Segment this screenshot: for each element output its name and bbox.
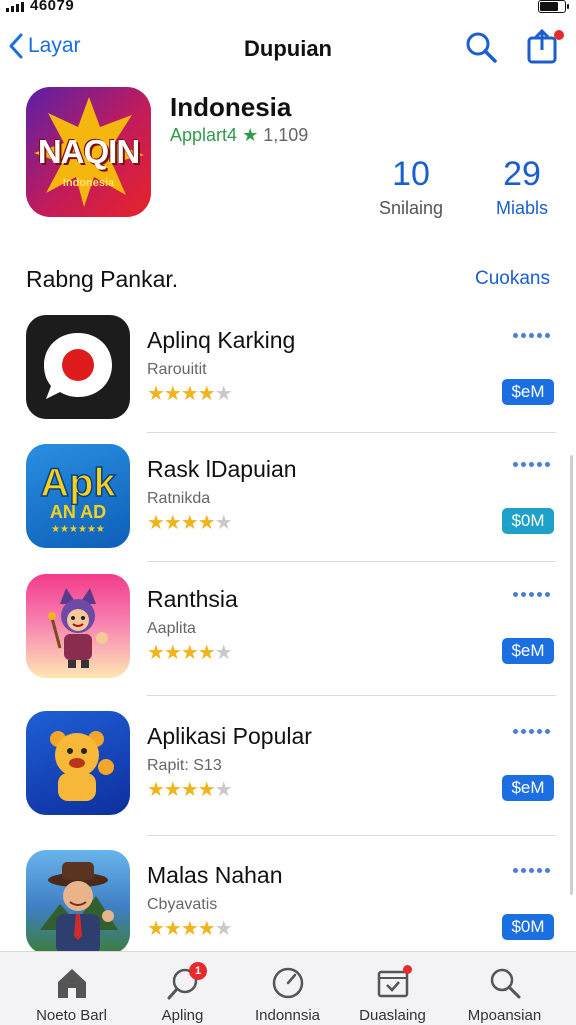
status-bar: 46079 (0, 0, 576, 22)
stat-value: 29 (503, 155, 541, 193)
star-icon: ★ (242, 125, 259, 145)
tab-home[interactable]: Noeto Barl (14, 952, 129, 1025)
svg-text:Apk: Apk (40, 461, 116, 505)
cartoon-character-icon (26, 574, 130, 678)
cowboy-avatar-icon (26, 850, 130, 954)
app-subtitle: Cbyavatis (147, 896, 218, 913)
navigation-bar: Layar Dupuian (0, 22, 576, 78)
more-options-icon[interactable] (513, 333, 550, 338)
tab-label: Mpoansian (467, 1007, 542, 1024)
app-list-item[interactable]: Malas Nahan Cbyavatis ★★★★★ $0M (26, 850, 556, 960)
app-name: Malas Nahan (147, 862, 283, 888)
see-all-link[interactable]: Cuokans (475, 268, 550, 290)
get-button[interactable]: $eM (502, 379, 554, 405)
star-rating: ★★★★★ (147, 918, 233, 940)
compass-icon (272, 967, 303, 999)
divider (147, 561, 556, 562)
section-title: Rabng Pankar. (26, 266, 179, 292)
svg-text:★★★★★★: ★★★★★★ (51, 524, 105, 535)
app-subtitle: Rarouitit (147, 361, 207, 378)
developer-name: Applart4 (170, 125, 238, 145)
featured-app-name[interactable]: Indonesia (170, 92, 291, 123)
more-options-icon[interactable] (513, 868, 550, 873)
get-button[interactable]: $eM (502, 638, 554, 664)
stat-value: 10 (392, 155, 430, 193)
search-icon (490, 968, 520, 999)
app-list-item[interactable]: Apk AN AD ★★★★★★ Rask lDapuian Ratnikda … (26, 444, 556, 554)
share-button[interactable] (526, 28, 564, 69)
tab-label: Duaslaing (359, 1007, 426, 1024)
scrollbar[interactable] (570, 455, 573, 895)
get-button[interactable]: $0M (502, 914, 554, 940)
tab-search[interactable]: Mpoansian (447, 952, 562, 1025)
app-subtitle: Ratnikda (147, 490, 211, 507)
more-options-icon[interactable] (513, 729, 550, 734)
tab-label: Indonnsia (254, 1007, 321, 1024)
app-name: Rask lDapuian (147, 456, 297, 482)
notification-dot (554, 30, 564, 40)
stat-label: Snilaing (378, 198, 444, 218)
app-name: Aplikasi Popular (147, 723, 312, 749)
signal-icon (6, 2, 24, 12)
app-list-item[interactable]: Ranthsia Aaplita ★★★★★ $eM (26, 574, 556, 684)
app-name: Aplinq Karking (147, 327, 296, 353)
tab-updates[interactable]: Duaslaing (335, 952, 450, 1025)
get-button[interactable]: $eM (502, 775, 554, 801)
search-icon (466, 32, 497, 63)
battery-icon (538, 0, 569, 13)
app-subtitle: Aaplita (147, 620, 196, 637)
divider (147, 432, 556, 433)
red-circle-chat-icon (26, 315, 130, 419)
stat-label: Miabls (495, 198, 548, 218)
svg-text:AN AD: AN AD (50, 502, 106, 522)
star-rating: ★★★★★ (147, 512, 233, 534)
tab-indonesia[interactable]: Indonnsia (230, 952, 345, 1025)
featured-icon-title: NAQIN (37, 133, 140, 170)
featured-app-icon[interactable]: NAQIN Indonesia (26, 87, 151, 217)
tab-bar: Noeto Barl 1 Apling Indonnsia Duaslaing … (0, 951, 576, 1025)
tab-label: Apling (161, 1007, 204, 1024)
stat-reviews[interactable]: 29 Miabls (480, 155, 564, 219)
carrier-text: 46079 (30, 0, 75, 14)
app-name: Ranthsia (147, 586, 238, 612)
featured-app-developer[interactable]: Applart4 ★ 1,109 (170, 125, 308, 146)
search-button[interactable] (464, 30, 498, 69)
divider (147, 695, 556, 696)
more-options-icon[interactable] (513, 592, 550, 597)
stat-installs: 10 Snilaing (366, 155, 456, 219)
divider (147, 835, 556, 836)
featured-icon-subtitle: Indonesia (62, 177, 115, 189)
rating-count: 1,109 (263, 125, 309, 145)
more-options-icon[interactable] (513, 462, 550, 467)
tab-label: Noeto Barl (36, 1007, 107, 1024)
bear-mascot-icon (26, 711, 130, 815)
notification-badge: 1 (189, 962, 207, 980)
apk-logo-icon: Apk AN AD ★★★★★★ (26, 444, 130, 548)
tab-apps[interactable]: 1 Apling (125, 952, 240, 1025)
app-list-item[interactable]: Aplikasi Popular Rapit: S13 ★★★★★ $eM (26, 711, 556, 821)
get-button[interactable]: $0M (502, 508, 554, 534)
app-list-item[interactable]: Aplinq Karking Rarouitit ★★★★★ $eM (26, 315, 556, 425)
notification-dot (403, 965, 412, 974)
home-icon (57, 969, 86, 998)
app-subtitle: Rapit: S13 (147, 757, 222, 774)
star-rating: ★★★★★ (147, 779, 233, 801)
star-rating: ★★★★★ (147, 642, 233, 664)
star-rating: ★★★★★ (147, 383, 233, 405)
